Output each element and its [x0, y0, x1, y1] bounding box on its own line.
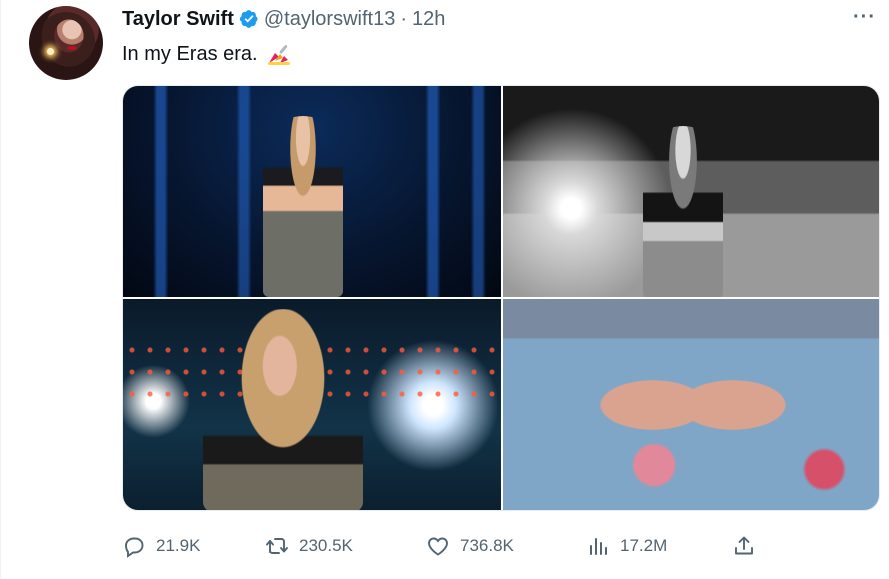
performer-figure: [263, 116, 343, 297]
tweet[interactable]: Taylor Swift @taylorswift13 · 12h ··· In…: [0, 0, 889, 579]
repost-count: 230.5K: [299, 536, 353, 555]
share-icon: [735, 536, 753, 555]
hands-on-overalls: [593, 339, 793, 459]
media-grid[interactable]: [122, 85, 880, 511]
like-button[interactable]: 736.8K: [426, 532, 514, 560]
views-count: 17.2M: [620, 536, 668, 555]
repost-icon: [266, 538, 288, 554]
avatar[interactable]: [29, 6, 103, 80]
like-count: 736.8K: [460, 536, 514, 555]
reply-icon: [125, 537, 144, 558]
avatar-hair: [37, 12, 95, 72]
repost-button[interactable]: 230.5K: [265, 532, 353, 560]
nail-polish-icon: [267, 45, 290, 65]
views-button[interactable]: 17.2M: [586, 532, 667, 560]
reply-button[interactable]: 21.9K: [122, 532, 200, 560]
performer-figure: [643, 126, 723, 297]
avatar-lips: [67, 46, 77, 50]
tweet-text-content: In my Eras era.: [122, 43, 258, 65]
action-bar: 21.9K 230.5K 736.8K 17.2M: [122, 532, 762, 560]
reply-count: 21.9K: [156, 536, 201, 555]
more-options-icon[interactable]: ···: [853, 6, 876, 29]
tweet-text: In my Eras era.: [122, 41, 292, 67]
photo-1[interactable]: [123, 86, 501, 297]
share-button[interactable]: [732, 532, 756, 560]
timestamp[interactable]: 12h: [412, 7, 445, 31]
photo-4[interactable]: [503, 299, 879, 510]
avatar-light: [47, 48, 54, 55]
views-icon: [590, 538, 607, 555]
author-name[interactable]: Taylor Swift: [122, 7, 234, 31]
tweet-header: Taylor Swift @taylorswift13 · 12h: [122, 7, 445, 31]
photo-2[interactable]: [503, 86, 879, 297]
like-icon: [428, 537, 448, 556]
author-handle[interactable]: @taylorswift13: [264, 7, 395, 31]
verified-badge-icon[interactable]: [239, 9, 259, 29]
performer-figure: [203, 309, 363, 510]
photo-3[interactable]: [123, 299, 501, 510]
separator-dot: ·: [400, 8, 408, 30]
